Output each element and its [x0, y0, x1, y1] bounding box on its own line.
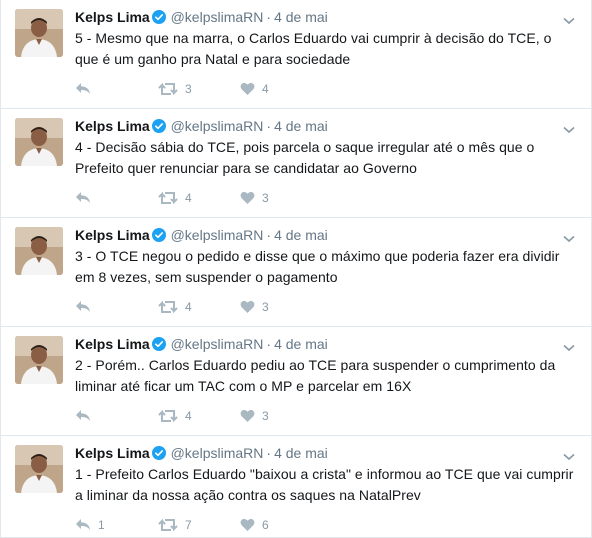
avatar[interactable]: [15, 336, 63, 384]
tweet-text: 2 - Porém.. Carlos Eduardo pediu ao TCE …: [75, 357, 556, 394]
reply-icon: [75, 191, 91, 205]
retweet-button[interactable]: 4: [158, 409, 240, 423]
heart-icon: [240, 518, 255, 532]
like-count: 6: [262, 518, 269, 532]
chevron-down-icon[interactable]: [563, 448, 575, 466]
separator: ·: [266, 336, 272, 352]
heart-icon: [240, 300, 255, 314]
verified-badge-icon: [151, 337, 166, 355]
tweet[interactable]: Kelps Lima @kelpslimaRN · 4 de mai 2 - Por…: [1, 327, 591, 436]
verified-badge-icon: [151, 228, 166, 246]
tweet-timeline: Kelps Lima @kelpslimaRN · 4 de mai 5 - Mes…: [0, 0, 592, 538]
heart-icon: [240, 191, 255, 205]
avatar[interactable]: [15, 118, 63, 166]
retweet-button[interactable]: 4: [158, 300, 240, 314]
like-button[interactable]: 3: [240, 409, 320, 423]
tweet-timestamp[interactable]: 4 de mai: [274, 118, 328, 134]
tweet-timestamp[interactable]: 4 de mai: [274, 445, 328, 461]
separator: ·: [266, 9, 272, 25]
reply-button[interactable]: 1: [75, 518, 158, 532]
author-handle[interactable]: @kelpslimaRN: [171, 336, 264, 352]
tweet-text: 5 - Mesmo que na marra, o Carlos Eduardo…: [75, 30, 552, 67]
reply-count: 1: [98, 518, 105, 532]
separator: ·: [266, 445, 272, 461]
retweet-count: 3: [185, 82, 192, 96]
like-count: 3: [262, 300, 269, 314]
author-handle[interactable]: @kelpslimaRN: [171, 118, 264, 134]
reply-icon: [75, 409, 91, 423]
tweet[interactable]: Kelps Lima @kelpslimaRN · 4 de mai 1 - Pre…: [1, 436, 591, 538]
tweet[interactable]: Kelps Lima @kelpslimaRN · 4 de mai 5 - Mes…: [1, 0, 591, 109]
retweet-count: 4: [185, 191, 192, 205]
verified-badge-icon: [151, 446, 166, 464]
retweet-icon: [158, 191, 178, 205]
reply-button[interactable]: [75, 191, 158, 205]
reply-icon: [75, 300, 91, 314]
tweet-text: 3 - O TCE negou o pedido e disse que o m…: [75, 248, 560, 285]
heart-icon: [240, 82, 255, 96]
like-button[interactable]: 3: [240, 191, 320, 205]
separator: ·: [266, 227, 272, 243]
reply-icon: [75, 82, 91, 96]
retweet-count: 4: [185, 409, 192, 423]
retweet-count: 4: [185, 300, 192, 314]
retweet-icon: [158, 409, 178, 423]
avatar[interactable]: [15, 227, 63, 275]
author-name[interactable]: Kelps Lima: [75, 118, 150, 134]
retweet-button[interactable]: 4: [158, 191, 240, 205]
like-button[interactable]: 4: [240, 82, 320, 96]
avatar[interactable]: [15, 445, 63, 493]
tweet-timestamp[interactable]: 4 de mai: [274, 227, 328, 243]
heart-icon: [240, 409, 255, 423]
tweet-text: 4 - Decisão sábia do TCE, pois parcela o…: [75, 139, 535, 176]
retweet-button[interactable]: 3: [158, 82, 240, 96]
retweet-icon: [158, 518, 178, 532]
retweet-count: 7: [185, 518, 192, 532]
like-count: 3: [262, 191, 269, 205]
chevron-down-icon[interactable]: [563, 230, 575, 248]
tweet-timestamp[interactable]: 4 de mai: [274, 9, 328, 25]
chevron-down-icon[interactable]: [563, 12, 575, 30]
author-name[interactable]: Kelps Lima: [75, 227, 150, 243]
chevron-down-icon[interactable]: [563, 121, 575, 139]
verified-badge-icon: [151, 10, 166, 28]
like-button[interactable]: 3: [240, 300, 320, 314]
like-button[interactable]: 6: [240, 518, 320, 532]
retweet-icon: [158, 82, 178, 96]
reply-button[interactable]: [75, 82, 158, 96]
author-handle[interactable]: @kelpslimaRN: [171, 445, 264, 461]
retweet-icon: [158, 300, 178, 314]
reply-button[interactable]: [75, 300, 158, 314]
tweet[interactable]: Kelps Lima @kelpslimaRN · 4 de mai 3 - O T…: [1, 218, 591, 327]
like-count: 3: [262, 409, 269, 423]
author-handle[interactable]: @kelpslimaRN: [171, 227, 264, 243]
tweet-text: 1 - Prefeito Carlos Eduardo "baixou a cr…: [75, 466, 574, 503]
chevron-down-icon[interactable]: [563, 339, 575, 357]
like-count: 4: [262, 82, 269, 96]
tweet-timestamp[interactable]: 4 de mai: [274, 336, 328, 352]
author-handle[interactable]: @kelpslimaRN: [171, 9, 264, 25]
avatar[interactable]: [15, 9, 63, 57]
separator: ·: [266, 118, 272, 134]
verified-badge-icon: [151, 119, 166, 137]
tweet[interactable]: Kelps Lima @kelpslimaRN · 4 de mai 4 - Dec…: [1, 109, 591, 218]
author-name[interactable]: Kelps Lima: [75, 336, 150, 352]
author-name[interactable]: Kelps Lima: [75, 9, 150, 25]
retweet-button[interactable]: 7: [158, 518, 240, 532]
author-name[interactable]: Kelps Lima: [75, 445, 150, 461]
reply-icon: [75, 518, 91, 532]
reply-button[interactable]: [75, 409, 158, 423]
